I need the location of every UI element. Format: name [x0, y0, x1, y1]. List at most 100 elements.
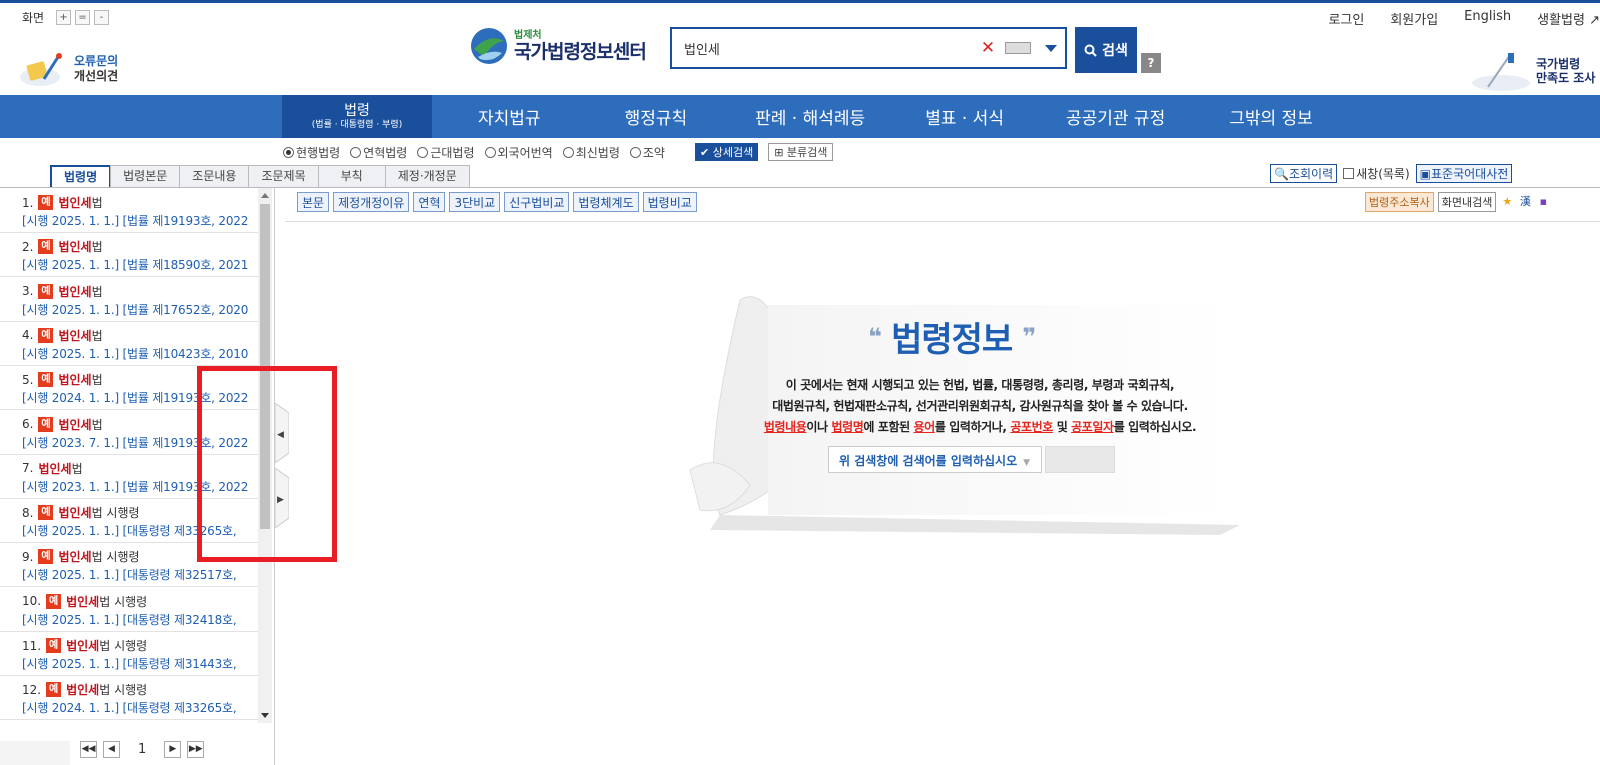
new-window-checkbox[interactable]: 새창(목록): [1343, 165, 1410, 182]
list-item-title[interactable]: 법인세법 시행령: [58, 548, 139, 565]
list-item-title[interactable]: 법인세법 시행령: [66, 681, 147, 698]
example-badge: 예: [46, 682, 62, 698]
tab-law-body[interactable]: 법령본문: [110, 165, 181, 187]
logo-emblem-icon: [470, 27, 508, 65]
english-link[interactable]: English: [1464, 9, 1511, 28]
list-item-number: 6.: [22, 417, 34, 431]
three-step-compare-button[interactable]: 3단비교: [449, 192, 501, 212]
radio-foreign-translation[interactable]: 외국어번역: [484, 144, 553, 161]
nav-local-regulations[interactable]: 자치법규: [432, 95, 587, 138]
body-button[interactable]: 본문: [297, 192, 330, 212]
radio-current-law[interactable]: 현행법령: [283, 144, 340, 161]
list-item-subtitle: [시행 2025. 1. 1.] [대통령령 제32418호,: [22, 612, 237, 627]
list-item-number: 8.: [22, 505, 34, 520]
list-footer-bg: [0, 741, 70, 765]
list-item-number: 10.: [22, 594, 42, 609]
revision-reason-button[interactable]: 제정개정이유: [333, 192, 410, 212]
list-item-number: 12.: [22, 682, 42, 697]
feedback-illustration-icon: [18, 49, 68, 89]
screen-label: 화면: [22, 11, 45, 25]
tab-law-name[interactable]: 법령명: [50, 165, 112, 187]
clear-icon[interactable]: ✕: [977, 38, 999, 58]
list-item[interactable]: 12. 예 법인세법 시행령 [시행 2024. 1. 1.] [대통령령 제3326…: [0, 675, 258, 721]
bookmark-icon[interactable]: ★: [1500, 195, 1514, 209]
scroll-down-arrow-icon[interactable]: [261, 713, 269, 718]
help-button[interactable]: ?: [1141, 53, 1161, 73]
current-page[interactable]: 1: [138, 742, 146, 757]
list-item[interactable]: 2. 예 법인세법 [시행 2025. 1. 1.] [법률 제18590호, 202…: [0, 232, 258, 278]
class-search-button[interactable]: ⊞ 분류검색: [768, 143, 834, 161]
search-icon: [1084, 44, 1097, 57]
nav-appendix-forms[interactable]: 별표 · 서식: [895, 95, 1034, 138]
list-item-number: 7.: [22, 461, 34, 476]
tab-addenda[interactable]: 부칙: [317, 165, 386, 187]
list-item-number: 1.: [22, 195, 34, 210]
dictionary-button[interactable]: ▣표준국어대사전: [1415, 164, 1513, 183]
tab-article-content[interactable]: 조문내용: [179, 165, 250, 187]
law-system-chart-button[interactable]: 법령체계도: [573, 192, 639, 212]
list-item-title[interactable]: 법인세법: [58, 194, 102, 211]
signup-link[interactable]: 회원가입: [1390, 9, 1438, 28]
site-logo[interactable]: 법제처 국가법령정보센터: [470, 27, 647, 65]
radio-modern-law[interactable]: 근대법령: [417, 144, 475, 161]
list-item-subtitle: [시행 2024. 1. 1.] [대통령령 제33265호,: [22, 701, 237, 716]
satisfaction-survey-link[interactable]: 국가법령 만족도 조사: [1470, 49, 1595, 93]
view-history-button[interactable]: 🔍조회이력: [1270, 164, 1338, 183]
radio-history-law[interactable]: 연혁법령: [350, 144, 407, 161]
login-link[interactable]: 로그인: [1328, 9, 1364, 28]
list-item-title[interactable]: 법인세법: [58, 416, 102, 433]
first-page-icon[interactable]: ◀◀: [80, 741, 97, 758]
prev-page-icon[interactable]: ◀: [103, 741, 120, 758]
list-item-title[interactable]: 법인세법: [58, 327, 102, 344]
law-type-filter: 현행법령 연혁법령 근대법령 외국어번역 최신법령 조약 ✔ 상세검색 ⊞ 분류…: [283, 143, 834, 161]
list-item[interactable]: 11. 예 법인세법 시행령 [시행 2025. 1. 1.] [대통령령 제3144…: [0, 631, 258, 676]
nav-other-info[interactable]: 그밖의 정보: [1197, 95, 1345, 138]
list-item-title[interactable]: 법인세법: [38, 460, 82, 477]
history-button[interactable]: 연혁: [413, 192, 446, 212]
example-badge: 예: [38, 505, 54, 521]
list-item-title[interactable]: 법인세법: [58, 238, 102, 255]
header: 화면 + = - 로그인 회원가입 English 생활법령 ↗ 오류문의 개선…: [0, 3, 1600, 95]
life-law-link[interactable]: 생활법령 ↗: [1537, 9, 1600, 28]
detail-search-button[interactable]: ✔ 상세검색: [694, 143, 759, 161]
chevron-down-icon[interactable]: [1037, 29, 1065, 67]
old-new-compare-button[interactable]: 신구법비교: [504, 192, 570, 212]
save-icon[interactable]: ▪: [1536, 195, 1550, 209]
keyboard-icon[interactable]: [1005, 42, 1031, 54]
tab-enactment-text[interactable]: 제정·개정문: [384, 165, 470, 187]
info-line-3: 법령내용이나 법령명에 포함된 용어를 입력하거나, 공포번호 및 공포일자를 …: [763, 420, 1197, 434]
scroll-up-arrow-icon[interactable]: [261, 193, 269, 198]
list-item[interactable]: 3. 예 법인세법 [시행 2025. 1. 1.] [법률 제17652호, 202…: [0, 277, 258, 322]
list-item-title[interactable]: 법인세법 시행령: [58, 504, 139, 521]
list-item-title[interactable]: 법인세법: [58, 283, 102, 300]
zoom-reset-button[interactable]: =: [75, 10, 91, 25]
search-button-label: 검색: [1102, 43, 1128, 59]
info-search-hint: 위 검색창에 검색어를 입력하십시오 ▼: [828, 446, 1042, 473]
zoom-in-button[interactable]: +: [56, 10, 72, 25]
tab-article-title[interactable]: 조문제목: [248, 165, 319, 187]
list-item-title[interactable]: 법인세법 시행령: [66, 637, 147, 654]
in-page-search-button[interactable]: 화면내검색: [1437, 192, 1497, 212]
list-item-title[interactable]: 법인세법: [58, 371, 102, 388]
search-input[interactable]: [672, 30, 977, 66]
list-item-title[interactable]: 법인세법 시행령: [66, 593, 147, 610]
nav-public-institution[interactable]: 공공기관 규정: [1034, 95, 1197, 138]
list-item[interactable]: 4. 예 법인세법 [시행 2025. 1. 1.] [법률 제10423호, 201…: [0, 321, 258, 366]
radio-latest-law[interactable]: 최신법령: [562, 144, 620, 161]
list-item-number: 9.: [22, 549, 34, 564]
nav-admin-rules[interactable]: 행정규칙: [587, 95, 726, 138]
next-page-icon[interactable]: ▶: [164, 741, 182, 758]
radio-treaty[interactable]: 조약: [629, 144, 665, 161]
feedback-link[interactable]: 오류문의 개선의견: [18, 49, 118, 89]
list-item[interactable]: 1. 예 법인세법 [시행 2025. 1. 1.] [법률 제19193호, 202…: [0, 188, 258, 233]
example-badge: 예: [38, 283, 54, 299]
search-button[interactable]: 검색: [1075, 27, 1137, 73]
law-compare-button[interactable]: 법령비교: [642, 192, 697, 212]
nav-precedents[interactable]: 판례 · 해석례등: [725, 95, 895, 138]
last-page-icon[interactable]: ▶▶: [187, 741, 205, 758]
list-item[interactable]: 10. 예 법인세법 시행령 [시행 2025. 1. 1.] [대통령령 제3241…: [0, 587, 258, 632]
nav-law[interactable]: 법령 (법률 · 대통령령 · 부령): [282, 95, 432, 138]
zoom-out-button[interactable]: -: [94, 10, 110, 25]
hanja-icon[interactable]: 漢: [1518, 195, 1532, 209]
copy-address-button[interactable]: 법령주소복사: [1365, 192, 1434, 212]
